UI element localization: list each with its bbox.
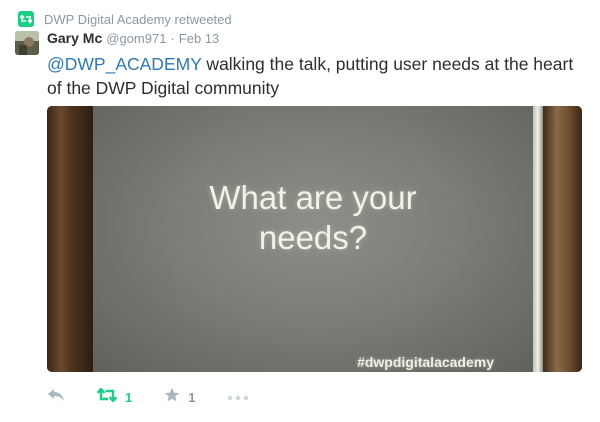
tweet-text: @DWP_ACADEMY walking the talk, putting u… (47, 52, 592, 100)
retweeted-by-label[interactable]: DWP Digital Academy retweeted (44, 12, 232, 27)
retweet-button[interactable]: 1 (96, 386, 133, 407)
retweet-count: 1 (125, 389, 133, 405)
favorite-button[interactable]: 1 (164, 387, 195, 408)
curtain-right (543, 106, 582, 372)
header-separator: · (170, 31, 175, 46)
more-button[interactable] (227, 388, 249, 406)
curtain-left (47, 106, 93, 372)
tweet-header: Gary Mc @gom971 · Feb 13 (47, 30, 219, 50)
slide-hashtag: #dwpdigitalacademy (357, 354, 494, 370)
retweet-context-icon (18, 11, 34, 27)
author-handle[interactable]: @gom971 (106, 31, 166, 46)
tweet-date[interactable]: Feb 13 (179, 31, 219, 46)
favorite-count: 1 (188, 389, 196, 405)
slide-line-2: needs? (258, 219, 368, 256)
slide-line-1: What are your (209, 179, 417, 216)
reply-icon (47, 388, 65, 407)
tweet-actions: 1 1 (47, 386, 281, 408)
star-icon (164, 387, 180, 408)
author-name[interactable]: Gary Mc (47, 30, 102, 46)
slide-text: What are your needs? (93, 178, 533, 258)
avatar[interactable] (15, 31, 39, 55)
mention-link[interactable]: @DWP_ACADEMY (47, 54, 202, 74)
screen-edge (533, 106, 543, 372)
retweet-context: DWP Digital Academy retweeted (18, 8, 232, 30)
retweet-icon (96, 386, 118, 407)
tweet-photo[interactable]: What are your needs? #dwpdigitalacademy (47, 106, 582, 372)
reply-button[interactable] (47, 388, 65, 407)
more-icon (227, 388, 249, 406)
